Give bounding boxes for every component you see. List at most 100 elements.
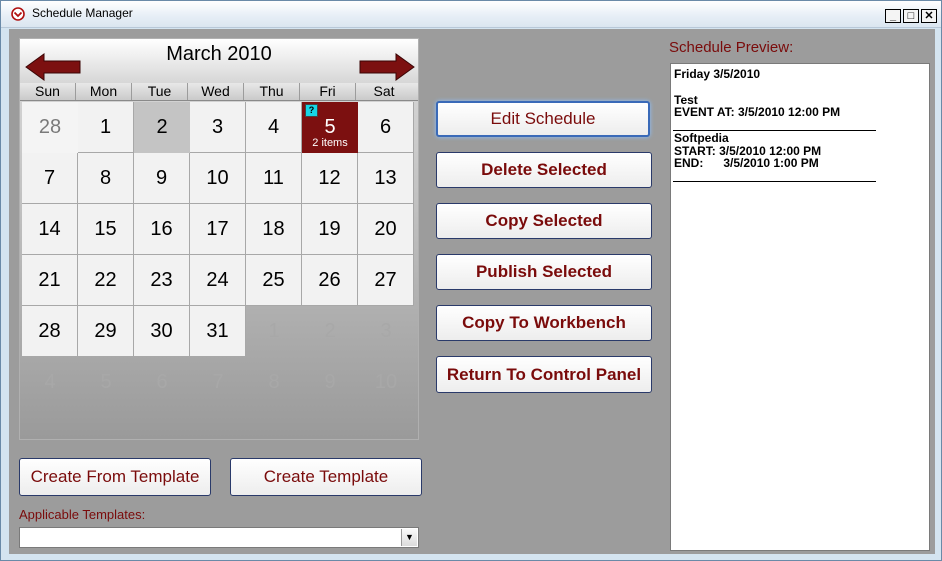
close-icon[interactable]: ✕ [921, 9, 937, 23]
calendar-day[interactable]: 13 [358, 153, 414, 204]
create-template-button[interactable]: Create Template [230, 458, 422, 496]
calendar-day[interactable]: 12 [302, 153, 358, 204]
day-number: 22 [94, 269, 117, 291]
calendar-day[interactable]: 3 [190, 102, 246, 153]
minimize-icon[interactable]: _ [885, 9, 901, 23]
preview-event-time: EVENT AT: 3/5/2010 12:00 PM [674, 105, 841, 119]
calendar-day[interactable]: 26 [302, 255, 358, 306]
calendar-day[interactable]: 10 [358, 357, 414, 408]
copy-selected-button[interactable]: Copy Selected [436, 203, 652, 239]
dow-label: Wed [188, 83, 244, 100]
calendar-day[interactable]: 4 [22, 357, 78, 408]
calendar-day[interactable]: 8 [246, 357, 302, 408]
calendar-day[interactable]: 22 [78, 255, 134, 306]
calendar-day[interactable]: 6 [358, 102, 414, 153]
calendar-day[interactable]: 8 [78, 153, 134, 204]
dow-label: Sat [373, 83, 395, 99]
maximize-icon[interactable]: □ [903, 9, 919, 23]
day-number: 1 [268, 320, 280, 342]
day-number: 28 [38, 116, 62, 138]
day-number: 20 [374, 218, 397, 240]
day-item-count: 2 items [312, 137, 348, 149]
calendar-day[interactable]: 29 [78, 306, 134, 357]
calendar-day[interactable]: 9 [134, 153, 190, 204]
day-number: 5 [324, 116, 336, 138]
calendar-day[interactable]: 3 [358, 306, 414, 357]
calendar-day[interactable]: 7 [190, 357, 246, 408]
dow-label: Thu [244, 83, 300, 100]
applicable-templates-dropdown[interactable]: ▼ [19, 527, 419, 548]
create-from-template-button[interactable]: Create From Template [19, 458, 211, 496]
calendar-day-selected[interactable]: ? 5 2 items [302, 102, 358, 153]
calendar-day[interactable]: 17 [190, 204, 246, 255]
day-number: 4 [267, 116, 280, 138]
calendar-day[interactable]: 21 [22, 255, 78, 306]
delete-selected-button[interactable]: Delete Selected [436, 152, 652, 188]
day-number: 19 [318, 218, 341, 240]
calendar-day[interactable]: 15 [78, 204, 134, 255]
return-to-control-panel-button[interactable]: Return To Control Panel [436, 356, 652, 393]
day-number: 16 [150, 218, 173, 240]
day-number: 2 [324, 320, 336, 342]
chevron-down-icon[interactable]: ▼ [401, 529, 417, 546]
day-number: 7 [212, 371, 224, 393]
day-number: 9 [324, 371, 336, 393]
day-number: 6 [156, 371, 168, 393]
calendar-day[interactable]: 23 [134, 255, 190, 306]
calendar-day[interactable]: 31 [190, 306, 246, 357]
dow-label: Sun [20, 83, 76, 100]
calendar-day[interactable]: 4 [246, 102, 302, 153]
calendar-day[interactable]: 2 [134, 102, 190, 153]
calendar-day[interactable]: 7 [22, 153, 78, 204]
window-controls: _ □ ✕ [885, 9, 937, 23]
day-number: 30 [150, 320, 173, 342]
calendar-day[interactable]: 11 [246, 153, 302, 204]
title-bar[interactable]: Schedule Manager _ □ ✕ [1, 1, 941, 28]
next-month-arrow-icon[interactable] [358, 52, 416, 82]
day-number: 3 [380, 320, 392, 342]
calendar-day[interactable]: 5 [78, 357, 134, 408]
edit-schedule-button[interactable]: Edit Schedule [436, 101, 650, 137]
calendar-day[interactable]: 20 [358, 204, 414, 255]
dow-label: Fri [300, 83, 356, 100]
day-number: 31 [206, 320, 229, 342]
calendar-day[interactable]: 2 [302, 306, 358, 357]
preview-date: Friday 3/5/2010 [674, 67, 761, 81]
calendar-day[interactable]: 28 [22, 306, 78, 357]
day-number: 14 [38, 218, 61, 240]
calendar-day[interactable]: 24 [190, 255, 246, 306]
window-title: Schedule Manager [32, 6, 133, 20]
calendar-day[interactable]: 27 [358, 255, 414, 306]
day-number: 8 [268, 371, 280, 393]
day-number: 2 [156, 116, 168, 138]
calendar-day[interactable]: 28 [22, 102, 78, 153]
calendar-day[interactable]: 6 [134, 357, 190, 408]
day-number: 11 [263, 167, 284, 189]
calendar-day[interactable]: 10 [190, 153, 246, 204]
calendar-day[interactable]: 16 [134, 204, 190, 255]
calendar-day[interactable]: 18 [246, 204, 302, 255]
day-number: 17 [206, 218, 229, 240]
day-of-week-header: Sun Mon Tue Wed Thu Fri Sat [20, 83, 418, 101]
publish-selected-button[interactable]: Publish Selected [436, 254, 652, 290]
copy-to-workbench-button[interactable]: Copy To Workbench [436, 305, 652, 341]
dow-label: Mon [76, 83, 132, 100]
schedule-preview-label: Schedule Preview: [669, 39, 794, 56]
applicable-templates-label: Applicable Templates: [19, 507, 146, 522]
previous-month-arrow-icon[interactable] [24, 52, 82, 82]
calendar-day[interactable]: 1 [246, 306, 302, 357]
calendar-day[interactable]: 9 [302, 357, 358, 408]
day-number: 26 [318, 269, 341, 291]
calendar-day[interactable]: 25 [246, 255, 302, 306]
calendar-day[interactable]: 1 [78, 102, 134, 153]
schedule-preview-panel[interactable]: Friday 3/5/2010 Test EVENT AT: 3/5/2010 … [670, 63, 930, 551]
day-number: 10 [206, 167, 229, 189]
day-number: 1 [99, 116, 112, 138]
calendar-day[interactable]: 14 [22, 204, 78, 255]
day-number: 15 [94, 218, 117, 240]
day-number: 29 [94, 320, 117, 342]
dow-label: Tue [132, 83, 188, 100]
day-number: 10 [374, 371, 398, 393]
calendar-day[interactable]: 30 [134, 306, 190, 357]
calendar-day[interactable]: 19 [302, 204, 358, 255]
